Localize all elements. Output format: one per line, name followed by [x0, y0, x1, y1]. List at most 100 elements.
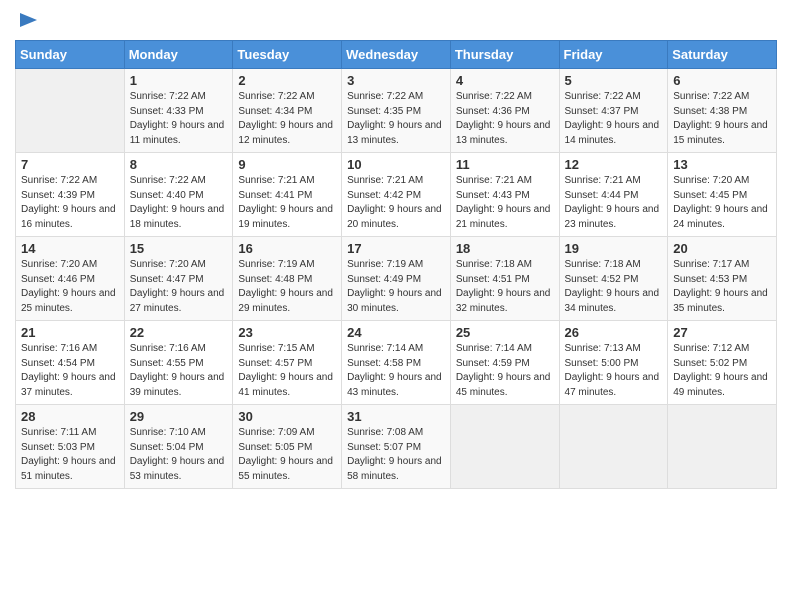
- day-number: 9: [238, 157, 336, 172]
- day-number: 24: [347, 325, 445, 340]
- day-info: Sunrise: 7:18 AMSunset: 4:52 PMDaylight:…: [565, 258, 663, 316]
- calendar-cell: [16, 69, 125, 153]
- calendar-header-saturday: Saturday: [668, 41, 777, 69]
- day-info: Sunrise: 7:19 AMSunset: 4:49 PMDaylight:…: [347, 258, 445, 316]
- calendar-cell: 26 Sunrise: 7:13 AMSunset: 5:00 PMDayligh…: [559, 321, 668, 405]
- day-number: 15: [130, 241, 228, 256]
- day-info: Sunrise: 7:21 AMSunset: 4:42 PMDaylight:…: [347, 174, 445, 232]
- day-number: 17: [347, 241, 445, 256]
- calendar-cell: 30Sunrise: 7:09 AMSunset: 5:05 PMDayligh…: [233, 405, 342, 489]
- day-info: Sunrise: 7:18 AMSunset: 4:51 PMDaylight:…: [456, 258, 554, 316]
- day-info: Sunrise: 7:12 AMSunset: 5:02 PMDaylight:…: [673, 342, 771, 400]
- calendar-cell: 21 Sunrise: 7:16 AMSunset: 4:54 PMDayligh…: [16, 321, 125, 405]
- calendar-cell: 14Sunrise: 7:20 AMSunset: 4:46 PMDayligh…: [16, 237, 125, 321]
- day-info: Sunrise: 7:16 AMSunset: 4:54 PMDaylight:…: [21, 342, 119, 400]
- day-number: 4: [456, 73, 554, 88]
- day-number: 3: [347, 73, 445, 88]
- day-info: Sunrise: 7:08 AMSunset: 5:07 PMDaylight:…: [347, 426, 445, 484]
- day-number: 29: [130, 409, 228, 424]
- calendar-cell: 10 Sunrise: 7:21 AMSunset: 4:42 PMDayligh…: [342, 153, 451, 237]
- day-number: 13: [673, 157, 771, 172]
- day-info: Sunrise: 7:21 AMSunset: 4:43 PMDaylight:…: [456, 174, 554, 232]
- calendar-cell: 20 Sunrise: 7:17 AMSunset: 4:53 PMDayligh…: [668, 237, 777, 321]
- day-info: Sunrise: 7:11 AMSunset: 5:03 PMDaylight:…: [21, 426, 119, 484]
- day-info: Sunrise: 7:22 AMSunset: 4:36 PMDaylight:…: [456, 90, 554, 148]
- calendar-header-tuesday: Tuesday: [233, 41, 342, 69]
- day-number: 1: [130, 73, 228, 88]
- calendar-cell: [559, 405, 668, 489]
- day-info: Sunrise: 7:20 AMSunset: 4:46 PMDaylight:…: [21, 258, 119, 316]
- calendar-week-row: 14Sunrise: 7:20 AMSunset: 4:46 PMDayligh…: [16, 237, 777, 321]
- calendar-cell: 25Sunrise: 7:14 AMSunset: 4:59 PMDayligh…: [450, 321, 559, 405]
- page-header: [15, 10, 777, 32]
- day-number: 12: [565, 157, 663, 172]
- calendar-cell: 1 Sunrise: 7:22 AMSunset: 4:33 PMDaylight…: [124, 69, 233, 153]
- calendar-cell: 5 Sunrise: 7:22 AMSunset: 4:37 PMDaylight…: [559, 69, 668, 153]
- calendar-cell: 28 Sunrise: 7:11 AMSunset: 5:03 PMDayligh…: [16, 405, 125, 489]
- calendar-cell: 19 Sunrise: 7:18 AMSunset: 4:52 PMDayligh…: [559, 237, 668, 321]
- calendar-cell: 2Sunrise: 7:22 AMSunset: 4:34 PMDaylight…: [233, 69, 342, 153]
- day-number: 22: [130, 325, 228, 340]
- day-info: Sunrise: 7:21 AMSunset: 4:44 PMDaylight:…: [565, 174, 663, 232]
- calendar-cell: 27 Sunrise: 7:12 AMSunset: 5:02 PMDayligh…: [668, 321, 777, 405]
- calendar-cell: 6Sunrise: 7:22 AMSunset: 4:38 PMDaylight…: [668, 69, 777, 153]
- day-number: 21: [21, 325, 119, 340]
- day-info: Sunrise: 7:19 AMSunset: 4:48 PMDaylight:…: [238, 258, 336, 316]
- day-number: 5: [565, 73, 663, 88]
- day-info: Sunrise: 7:22 AMSunset: 4:39 PMDaylight:…: [21, 174, 119, 232]
- calendar-cell: 12 Sunrise: 7:21 AMSunset: 4:44 PMDayligh…: [559, 153, 668, 237]
- calendar-cell: 31 Sunrise: 7:08 AMSunset: 5:07 PMDayligh…: [342, 405, 451, 489]
- calendar-week-row: 1 Sunrise: 7:22 AMSunset: 4:33 PMDaylight…: [16, 69, 777, 153]
- day-info: Sunrise: 7:16 AMSunset: 4:55 PMDaylight:…: [130, 342, 228, 400]
- day-info: Sunrise: 7:14 AMSunset: 4:58 PMDaylight:…: [347, 342, 445, 400]
- day-number: 23: [238, 325, 336, 340]
- day-info: Sunrise: 7:22 AMSunset: 4:35 PMDaylight:…: [347, 90, 445, 148]
- day-number: 8: [130, 157, 228, 172]
- calendar-header-thursday: Thursday: [450, 41, 559, 69]
- day-number: 30: [238, 409, 336, 424]
- day-number: 6: [673, 73, 771, 88]
- calendar-cell: 24 Sunrise: 7:14 AMSunset: 4:58 PMDayligh…: [342, 321, 451, 405]
- calendar-cell: 15 Sunrise: 7:20 AMSunset: 4:47 PMDayligh…: [124, 237, 233, 321]
- day-number: 7: [21, 157, 119, 172]
- calendar-cell: 4 Sunrise: 7:22 AMSunset: 4:36 PMDaylight…: [450, 69, 559, 153]
- day-info: Sunrise: 7:20 AMSunset: 4:47 PMDaylight:…: [130, 258, 228, 316]
- calendar-cell: 3 Sunrise: 7:22 AMSunset: 4:35 PMDaylight…: [342, 69, 451, 153]
- calendar-header-sunday: Sunday: [16, 41, 125, 69]
- calendar-cell: [668, 405, 777, 489]
- day-number: 18: [456, 241, 554, 256]
- calendar-cell: 16Sunrise: 7:19 AMSunset: 4:48 PMDayligh…: [233, 237, 342, 321]
- day-info: Sunrise: 7:21 AMSunset: 4:41 PMDaylight:…: [238, 174, 336, 232]
- calendar-cell: 18 Sunrise: 7:18 AMSunset: 4:51 PMDayligh…: [450, 237, 559, 321]
- calendar-cell: 17 Sunrise: 7:19 AMSunset: 4:49 PMDayligh…: [342, 237, 451, 321]
- day-number: 10: [347, 157, 445, 172]
- day-number: 11: [456, 157, 554, 172]
- day-number: 20: [673, 241, 771, 256]
- day-info: Sunrise: 7:13 AMSunset: 5:00 PMDaylight:…: [565, 342, 663, 400]
- calendar-header-row: SundayMondayTuesdayWednesdayThursdayFrid…: [16, 41, 777, 69]
- calendar-week-row: 28 Sunrise: 7:11 AMSunset: 5:03 PMDayligh…: [16, 405, 777, 489]
- calendar-cell: 7 Sunrise: 7:22 AMSunset: 4:39 PMDaylight…: [16, 153, 125, 237]
- day-info: Sunrise: 7:10 AMSunset: 5:04 PMDaylight:…: [130, 426, 228, 484]
- calendar-cell: 13Sunrise: 7:20 AMSunset: 4:45 PMDayligh…: [668, 153, 777, 237]
- calendar-header-friday: Friday: [559, 41, 668, 69]
- day-number: 2: [238, 73, 336, 88]
- day-info: Sunrise: 7:15 AMSunset: 4:57 PMDaylight:…: [238, 342, 336, 400]
- day-number: 27: [673, 325, 771, 340]
- calendar-cell: 23 Sunrise: 7:15 AMSunset: 4:57 PMDayligh…: [233, 321, 342, 405]
- calendar-table: SundayMondayTuesdayWednesdayThursdayFrid…: [15, 40, 777, 489]
- calendar-cell: [450, 405, 559, 489]
- logo-flag-icon: [17, 10, 39, 32]
- day-info: Sunrise: 7:17 AMSunset: 4:53 PMDaylight:…: [673, 258, 771, 316]
- calendar-week-row: 7 Sunrise: 7:22 AMSunset: 4:39 PMDaylight…: [16, 153, 777, 237]
- calendar-header-wednesday: Wednesday: [342, 41, 451, 69]
- day-number: 31: [347, 409, 445, 424]
- day-info: Sunrise: 7:22 AMSunset: 4:37 PMDaylight:…: [565, 90, 663, 148]
- day-info: Sunrise: 7:22 AMSunset: 4:40 PMDaylight:…: [130, 174, 228, 232]
- logo: [15, 10, 39, 32]
- day-number: 26: [565, 325, 663, 340]
- day-info: Sunrise: 7:14 AMSunset: 4:59 PMDaylight:…: [456, 342, 554, 400]
- day-info: Sunrise: 7:22 AMSunset: 4:33 PMDaylight:…: [130, 90, 228, 148]
- day-number: 28: [21, 409, 119, 424]
- day-number: 19: [565, 241, 663, 256]
